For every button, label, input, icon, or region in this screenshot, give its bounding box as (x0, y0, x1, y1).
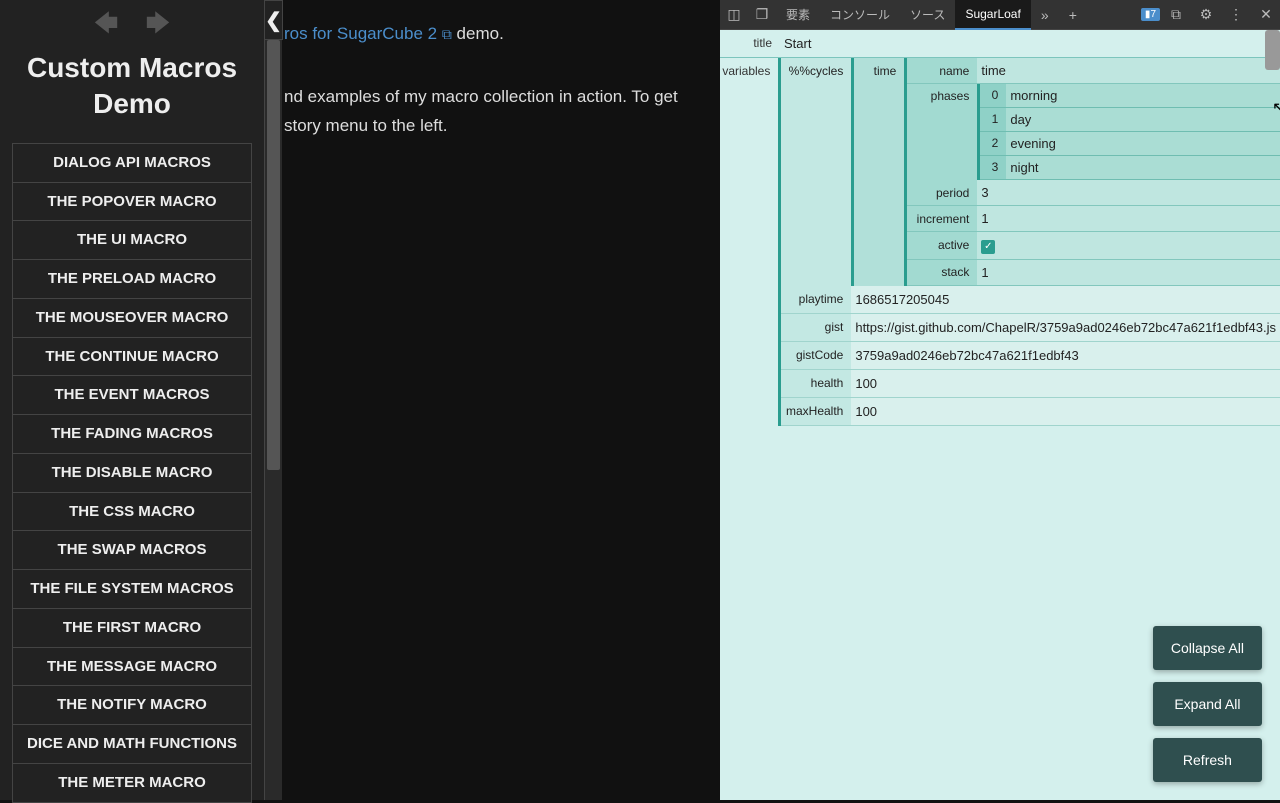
menu-item[interactable]: THE SWAP MACROS (12, 531, 252, 570)
float-buttons: Collapse All Expand All Refresh (1153, 626, 1262, 782)
external-link-icon: ⧉ (442, 26, 452, 42)
var-key: gist (781, 314, 851, 341)
time-name-value[interactable]: time (977, 58, 1280, 83)
back-arrow-icon[interactable]: 🡄 (90, 10, 122, 42)
phase-row: 3night (980, 156, 1280, 180)
tab-sugarloaf[interactable]: SugarLoaf (955, 0, 1030, 30)
period-label: period (907, 181, 977, 205)
var-row: playtime1686517205045 (781, 286, 1280, 314)
var-key: health (781, 370, 851, 397)
menu-list: DIALOG API MACROSTHE POPOVER MACROTHE UI… (0, 143, 264, 803)
history-nav: 🡄 🡆 (0, 0, 264, 50)
main-scrollbar[interactable] (265, 40, 282, 800)
var-row: health100 (781, 370, 1280, 398)
menu-item[interactable]: DIALOG API MACROS (12, 143, 252, 183)
gear-icon[interactable]: ⚙ (1192, 1, 1220, 29)
refresh-button[interactable]: Refresh (1153, 738, 1262, 782)
menu-item[interactable]: THE NOTIFY MACRO (12, 686, 252, 725)
menu-item[interactable]: THE POPOVER MACRO (12, 183, 252, 222)
menu-item[interactable]: THE FADING MACROS (12, 415, 252, 454)
issues-badge[interactable]: ▮ 7 (1141, 8, 1160, 21)
sidebar: 🡄 🡆 Custom Macros Demo DIALOG API MACROS… (0, 0, 265, 800)
phase-row: 0morning (980, 84, 1280, 108)
phase-value[interactable]: evening (1006, 132, 1280, 155)
time-name-label: name (907, 59, 977, 83)
cycles-key: %%cycles (781, 58, 851, 286)
collapse-all-button[interactable]: Collapse All (1153, 626, 1262, 670)
main-content: ros for SugarCube 2 ⧉ demo. nd examples … (284, 0, 720, 800)
tab-sources[interactable]: ソース (900, 0, 955, 30)
phase-index: 1 (980, 108, 1006, 131)
new-tab-icon[interactable]: + (1059, 1, 1087, 29)
phase-value[interactable]: morning (1006, 84, 1280, 107)
active-value[interactable]: ✓ (977, 232, 1280, 259)
active-label: active (907, 233, 977, 257)
sidebar-toggle[interactable]: ❮ (265, 0, 283, 40)
stack-value[interactable]: 1 (977, 260, 1280, 285)
variables-label: variables (720, 58, 778, 426)
phase-index: 0 (980, 84, 1006, 107)
var-key: gistCode (781, 342, 851, 369)
sugarcube-link[interactable]: ros for SugarCube 2 ⧉ (284, 24, 452, 43)
menu-item[interactable]: THE MESSAGE MACRO (12, 648, 252, 687)
increment-label: increment (907, 207, 977, 231)
menu-item[interactable]: THE PRELOAD MACRO (12, 260, 252, 299)
menu-item[interactable]: THE UI MACRO (12, 221, 252, 260)
var-key: playtime (781, 286, 851, 313)
period-value[interactable]: 3 (977, 180, 1280, 205)
phase-value[interactable]: day (1006, 108, 1280, 131)
vars-list: playtime1686517205045gisthttps://gist.gi… (781, 286, 1280, 426)
inspect-icon[interactable]: ◫ (720, 1, 748, 29)
devtools-tabbar: ◫ ❐ 要素 コンソール ソース SugarLoaf » + ▮ 7 ⧉ ⚙ ⋮… (720, 0, 1280, 30)
main-scrollbar-thumb[interactable] (267, 40, 280, 470)
devtools-scrollbar[interactable] (1265, 30, 1280, 70)
device-toggle-icon[interactable]: ❐ (748, 1, 776, 29)
var-row: gistCode3759a9ad0246eb72bc47a621f1edbf43 (781, 342, 1280, 370)
title-label: title (720, 30, 780, 57)
var-value[interactable]: https://gist.github.com/ChapelR/3759a9ad… (851, 314, 1280, 341)
sidebar-title: Custom Macros Demo (0, 50, 264, 143)
menu-item[interactable]: THE EVENT MACROS (12, 376, 252, 415)
intro-paragraph: nd examples of my macro collection in ac… (284, 83, 708, 141)
phase-index: 3 (980, 156, 1006, 179)
var-value[interactable]: 100 (851, 370, 1280, 397)
increment-value[interactable]: 1 (977, 206, 1280, 231)
var-value[interactable]: 3759a9ad0246eb72bc47a621f1edbf43 (851, 342, 1280, 369)
tab-elements[interactable]: 要素 (776, 0, 820, 30)
var-row: maxHealth100 (781, 398, 1280, 426)
tab-console[interactable]: コンソール (820, 0, 900, 30)
forward-arrow-icon[interactable]: 🡆 (142, 10, 174, 42)
menu-item[interactable]: THE CSS MACRO (12, 493, 252, 532)
var-row: gisthttps://gist.github.com/ChapelR/3759… (781, 314, 1280, 342)
menu-item[interactable]: THE DISABLE MACRO (12, 454, 252, 493)
phase-row: 2evening (980, 132, 1280, 156)
menu-item[interactable]: THE FIRST MACRO (12, 609, 252, 648)
phase-value[interactable]: night (1006, 156, 1280, 179)
title-value[interactable]: Start (780, 30, 1280, 57)
stack-label: stack (907, 260, 977, 284)
var-key: maxHealth (781, 398, 851, 425)
active-checkbox[interactable]: ✓ (981, 240, 995, 254)
var-value[interactable]: 100 (851, 398, 1280, 425)
menu-item[interactable]: THE CONTINUE MACRO (12, 338, 252, 377)
menu-item[interactable]: THE METER MACRO (12, 764, 252, 803)
phases-list: 0morning1day2evening3night (977, 84, 1280, 180)
tabs-overflow-icon[interactable]: » (1031, 1, 1059, 29)
line1-after: demo. (452, 24, 504, 43)
phase-row: 1day (980, 108, 1280, 132)
phase-index: 2 (980, 132, 1006, 155)
more-icon[interactable]: ⋮ (1222, 1, 1250, 29)
time-key: time (854, 58, 904, 286)
settings-link-icon[interactable]: ⧉ (1162, 1, 1190, 29)
menu-item[interactable]: THE FILE SYSTEM MACROS (12, 570, 252, 609)
var-value[interactable]: 1686517205045 (851, 286, 1280, 313)
menu-item[interactable]: THE MOUSEOVER MACRO (12, 299, 252, 338)
menu-item[interactable]: DICE AND MATH FUNCTIONS (12, 725, 252, 764)
phases-label: phases (907, 84, 977, 180)
variables-body: %%cycles time name time phases (778, 58, 1280, 426)
expand-all-button[interactable]: Expand All (1153, 682, 1262, 726)
close-icon[interactable]: ✕ (1252, 1, 1280, 29)
